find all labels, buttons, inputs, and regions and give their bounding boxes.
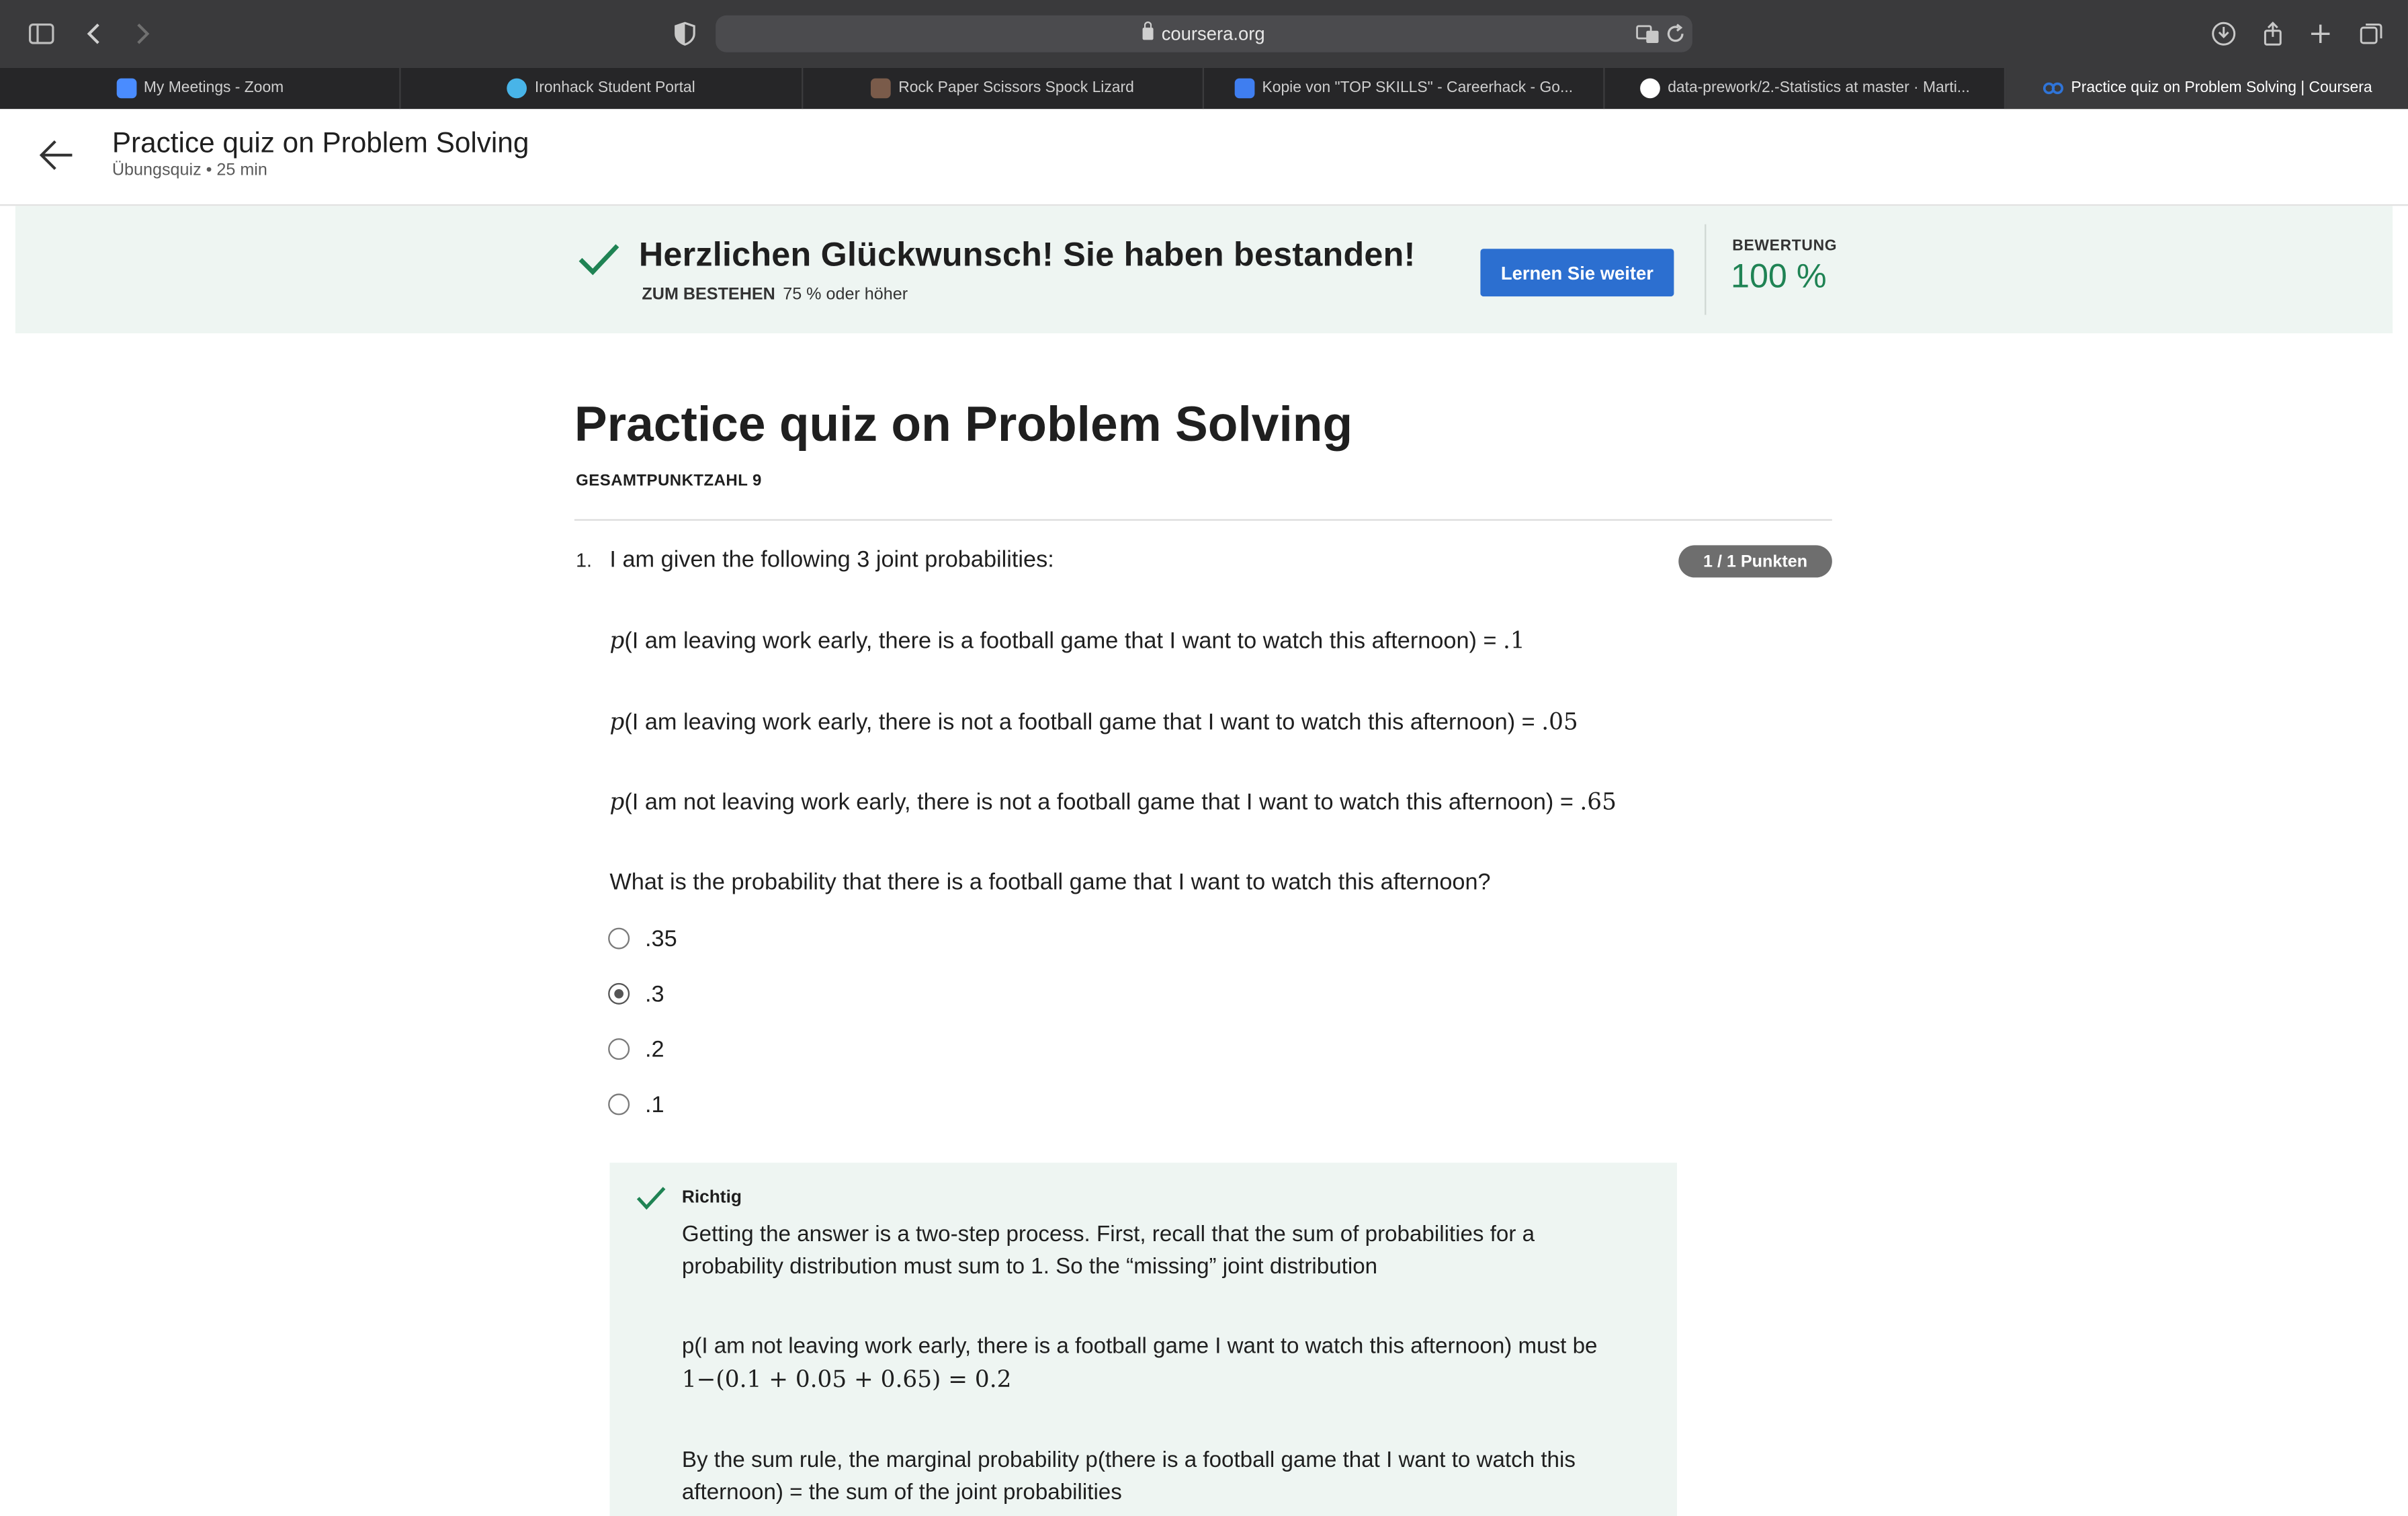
option-label: .35 [644,925,677,952]
coursera-favicon-icon [2042,81,2063,95]
tab-label: Rock Paper Scissors Spock Lizard [898,79,1134,97]
checkmark-icon [577,243,620,276]
reload-icon[interactable] [1659,17,1692,50]
banner-title: Herzlichen Glückwunsch! Sie haben bestan… [638,235,1416,273]
feedback-math: 1−(0.1 + 0.05 + 0.65) = 0.2 [681,1365,1012,1394]
tab-rpsls[interactable]: Rock Paper Scissors Spock Lizard [802,67,1204,110]
total-points: GESAMTPUNKTZAHL 9 [576,471,762,491]
prob-symbol: p [609,708,625,736]
url-text: coursera.org [1161,23,1265,45]
tab-overview-icon[interactable] [2354,17,2388,50]
forward-icon[interactable] [124,17,158,50]
browser-toolbar: coursera.org [0,0,2408,68]
back-icon[interactable] [79,17,112,50]
divider [1705,224,1707,315]
tab-label: data-prework/2.-Statistics at master · M… [1668,79,1970,97]
prob-value: .1 [1503,626,1525,655]
feedback-paragraph: By the sum rule, the marginal probabilit… [681,1448,1576,1505]
continue-learning-button[interactable]: Lernen Sie weiter [1480,249,1674,297]
joint-probability-1: p(I am leaving work early, there is a fo… [609,627,1524,655]
page-header: Practice quiz on Problem Solving Übungsq… [0,109,2408,206]
joint-probability-2: p(I am leaving work early, there is not … [609,708,1578,736]
tab-ironhack[interactable]: Ironhack Student Portal [401,67,803,110]
option-label: .1 [644,1091,664,1118]
tab-google-docs[interactable]: Kopie von "TOP SKILLS" - Careerhack - Go… [1204,67,1605,110]
tab-label: Kopie von "TOP SKILLS" - Careerhack - Go… [1262,79,1574,97]
prob-value: .05 [1541,708,1578,736]
rpsls-favicon-icon [871,78,891,99]
screen: coursera.org My Meetings - Zoom Ironhack… [0,0,2408,1516]
downloads-icon[interactable] [2207,17,2241,50]
joint-probability-3: p(I am not leaving work early, there is … [609,788,1617,816]
question-prompt: What is the probability that there is a … [609,869,1491,896]
address-bar[interactable]: coursera.org [716,15,1692,52]
back-arrow-icon[interactable] [37,135,77,175]
points-badge: 1 / 1 Punkten [1678,545,1832,578]
radio-button[interactable] [608,1038,630,1060]
option-label: .2 [644,1036,664,1062]
share-icon[interactable] [2256,17,2290,50]
quiz-title: Practice quiz on Problem Solving [574,396,1353,452]
prob-text: (I am not leaving work early, there is n… [624,789,1580,816]
success-banner: Herzlichen Glückwunsch! Sie haben bestan… [15,206,2393,333]
zoom-favicon-icon [116,78,136,99]
score-value: 100 % [1730,256,1827,295]
feedback-box: Richtig Getting the answer is a two-step… [609,1163,1677,1516]
radio-button-selected[interactable] [608,982,630,1005]
radio-button[interactable] [608,1093,630,1115]
answer-option[interactable]: .35 [608,923,677,954]
feedback-label: Richtig [681,1189,742,1208]
privacy-shield-icon[interactable] [668,17,701,50]
pass-value: 75 % oder höher [783,286,908,304]
prob-text: (I am leaving work early, there is not a… [624,709,1542,736]
prob-text: (I am leaving work early, there is a foo… [624,628,1504,655]
divider [574,519,1832,521]
pass-label: ZUM BESTEHEN [642,286,775,304]
page-title: Practice quiz on Problem Solving [112,126,529,159]
lock-icon [1143,21,1154,40]
question-text: I am given the following 3 joint probabi… [609,546,1054,573]
github-favicon-icon [1640,78,1660,99]
new-tab-icon[interactable] [2304,17,2337,50]
checkmark-icon [636,1186,666,1211]
answer-option[interactable]: .2 [608,1034,664,1064]
feedback-paragraph: p(I am not leaving work early, there is … [681,1335,1598,1359]
pass-requirement: ZUM BESTEHEN 75 % oder höher [642,286,908,304]
google-docs-favicon-icon [1234,78,1255,99]
score-label: BEWERTUNG [1732,238,1838,255]
tab-bar: My Meetings - Zoom Ironhack Student Port… [0,67,2408,110]
prob-symbol: p [609,788,625,816]
ironhack-favicon-icon [507,78,527,99]
tab-coursera[interactable]: Practice quiz on Problem Solving | Cours… [2006,67,2408,110]
tab-github[interactable]: data-prework/2.-Statistics at master · M… [1605,67,2007,110]
tab-label: My Meetings - Zoom [143,79,284,97]
feedback-paragraph: Getting the answer is a two-step process… [681,1222,1535,1279]
prob-value: .65 [1580,788,1617,816]
option-label: .3 [644,980,664,1007]
answer-option[interactable]: .1 [608,1089,664,1120]
answer-option-selected[interactable]: .3 [608,978,664,1009]
tab-label: Ironhack Student Portal [534,79,695,97]
page-subtitle: Übungsquiz • 25 min [112,161,267,180]
sidebar-toggle-icon[interactable] [25,17,58,50]
prob-symbol: p [609,626,625,655]
radio-button[interactable] [608,927,630,950]
tab-zoom[interactable]: My Meetings - Zoom [0,67,402,110]
question-number: 1. [576,550,592,572]
tab-label: Practice quiz on Problem Solving | Cours… [2071,79,2372,97]
